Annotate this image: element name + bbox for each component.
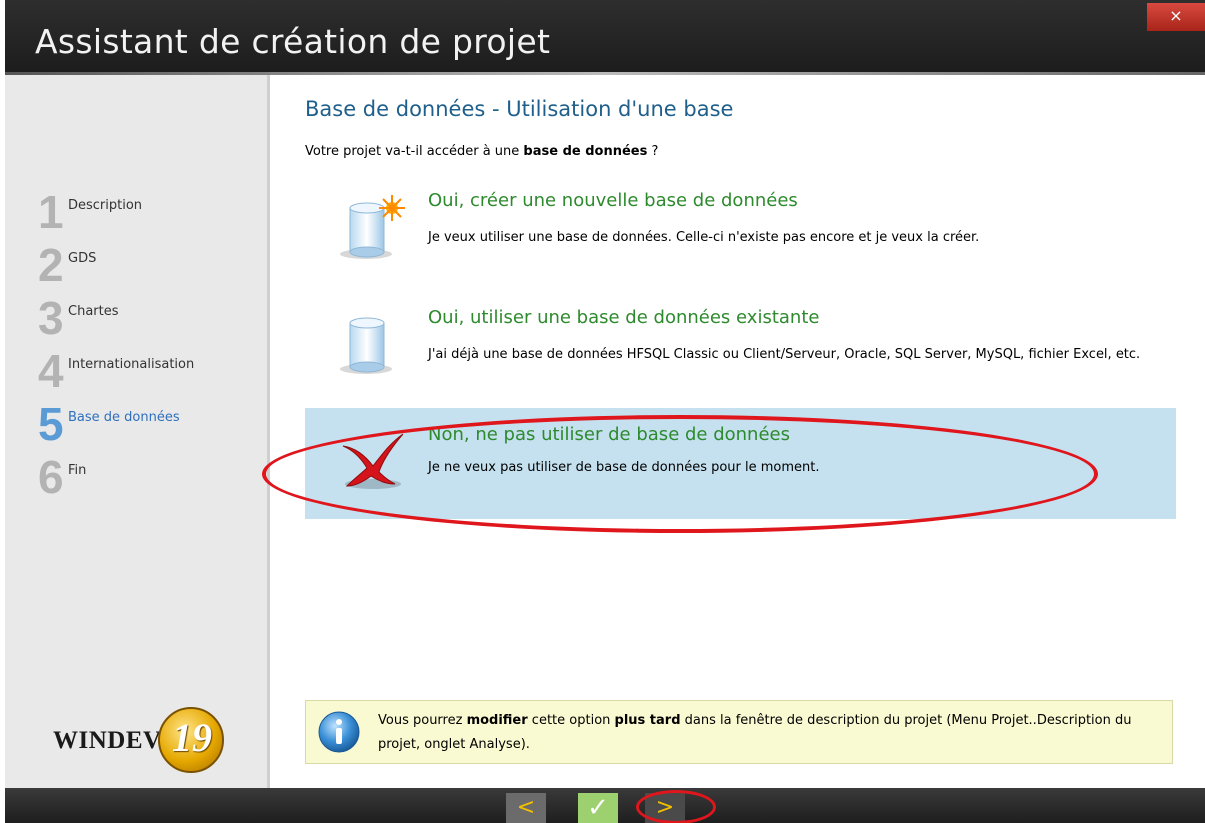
- question-text: Votre projet va-t-il accéder à une base …: [305, 144, 659, 159]
- step-label: Chartes: [68, 304, 119, 319]
- option-description: J'ai déjà une base de données HFSQL Clas…: [428, 347, 1141, 362]
- window-title: Assistant de création de projet: [35, 22, 551, 61]
- step-number: 1: [38, 186, 64, 238]
- option-title: Oui, créer une nouvelle base de données: [428, 190, 798, 211]
- step-number: 5: [38, 398, 64, 450]
- step-number: 2: [38, 239, 64, 291]
- step-number: 4: [38, 345, 64, 397]
- step-number: 3: [38, 292, 64, 344]
- logo-version: 19: [172, 715, 212, 760]
- windev-logo: WINDEV 19: [45, 707, 245, 773]
- step-number: 6: [38, 451, 64, 503]
- step-label: Internationalisation: [68, 357, 195, 372]
- step-label: GDS: [68, 251, 97, 266]
- wizard-window: Assistant de création de projet × 1 Desc…: [0, 0, 1205, 823]
- database-icon: [340, 317, 392, 374]
- title-bar: Assistant de création de projet ×: [5, 0, 1205, 75]
- annotation-ellipse: [262, 415, 1098, 533]
- option-description: Je veux utiliser une base de données. Ce…: [428, 230, 980, 245]
- info-icon: [318, 711, 360, 753]
- steps-sidebar: 1 Description 2 GDS 3 Chartes 4 Internat…: [5, 75, 270, 788]
- option-existing-database[interactable]: Oui, utiliser une base de données exista…: [305, 295, 1176, 405]
- step-label: Base de données: [68, 410, 180, 425]
- logo-text: WINDEV: [53, 727, 162, 754]
- step-label: Description: [68, 198, 143, 213]
- finish-button[interactable]: ✓: [578, 793, 618, 823]
- option-title: Oui, utiliser une base de données exista…: [428, 307, 820, 328]
- previous-button[interactable]: <: [506, 793, 546, 823]
- next-annotation-ellipse: [636, 790, 716, 823]
- database-new-icon: [340, 195, 405, 259]
- info-box: Vous pourrez modifier cette option plus …: [305, 700, 1173, 764]
- option-create-database[interactable]: Oui, créer une nouvelle base de données …: [305, 180, 1176, 280]
- info-text: Vous pourrez modifier cette option plus …: [378, 713, 1132, 752]
- page-title: Base de données - Utilisation d'une base: [305, 97, 734, 121]
- close-button[interactable]: ×: [1147, 3, 1205, 31]
- step-label: Fin: [68, 463, 87, 478]
